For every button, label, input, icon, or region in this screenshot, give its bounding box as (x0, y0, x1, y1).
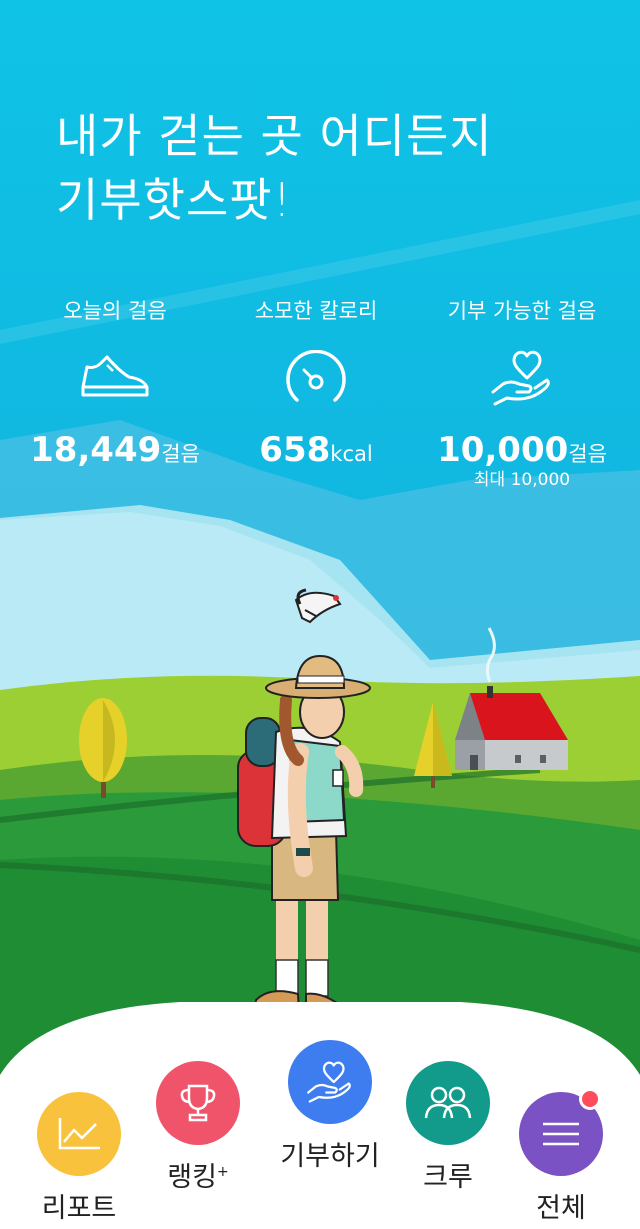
nav-crew-label: 크루 (423, 1162, 473, 1193)
nav-ranking-label: 랭킹 (167, 1162, 217, 1193)
gauge-icon (216, 338, 416, 418)
nav-report-label: 리포트 (41, 1193, 117, 1224)
nav-report-button[interactable]: 리포트 (29, 1092, 129, 1225)
line-chart-icon (37, 1092, 121, 1176)
headline-line-2: 기부핫스팟! (56, 173, 293, 227)
trophy-icon (156, 1061, 240, 1145)
heart-hand-icon (288, 1040, 372, 1124)
nav-all-button[interactable]: 전체 (511, 1088, 611, 1225)
stat-calories-value: 658 (259, 430, 331, 470)
nav-donate-label: 기부하기 (280, 1141, 380, 1172)
headline-line-1: 내가 걷는 곳 어디든지 (56, 109, 493, 163)
headline: 내가 걷는 곳 어디든지 기부핫스팟! (56, 104, 493, 232)
nav-donate-button[interactable]: 기부하기 (280, 1040, 380, 1173)
stat-donatable: 기부 가능한 걸음 10,000걸음 최대 10,000 (422, 296, 622, 490)
stat-donatable-unit: 걸음 (568, 442, 607, 466)
nav-crew-button[interactable]: 크루 (398, 1061, 498, 1194)
stat-steps-value: 18,449 (30, 430, 162, 470)
nav-all-label: 전체 (536, 1193, 586, 1224)
stat-donatable-value: 10,000 (437, 430, 569, 470)
stat-donatable-label: 기부 가능한 걸음 (447, 299, 597, 323)
stat-steps: 오늘의 걸음 18,449걸음 (15, 296, 215, 476)
sneaker-icon (15, 338, 215, 418)
heart-hand-icon (422, 338, 622, 418)
stat-steps-label: 오늘의 걸음 (63, 299, 167, 323)
stat-calories-unit: kcal (330, 442, 373, 466)
nav-ranking-button[interactable]: 랭킹+ (148, 1061, 248, 1194)
people-icon (406, 1061, 490, 1145)
stat-calories-label: 소모한 칼로리 (254, 299, 378, 323)
nav-ranking-sup: + (216, 1164, 229, 1180)
stat-calories: 소모한 칼로리 658kcal (216, 296, 416, 476)
notification-badge (579, 1088, 601, 1110)
stat-steps-unit: 걸음 (161, 442, 200, 466)
